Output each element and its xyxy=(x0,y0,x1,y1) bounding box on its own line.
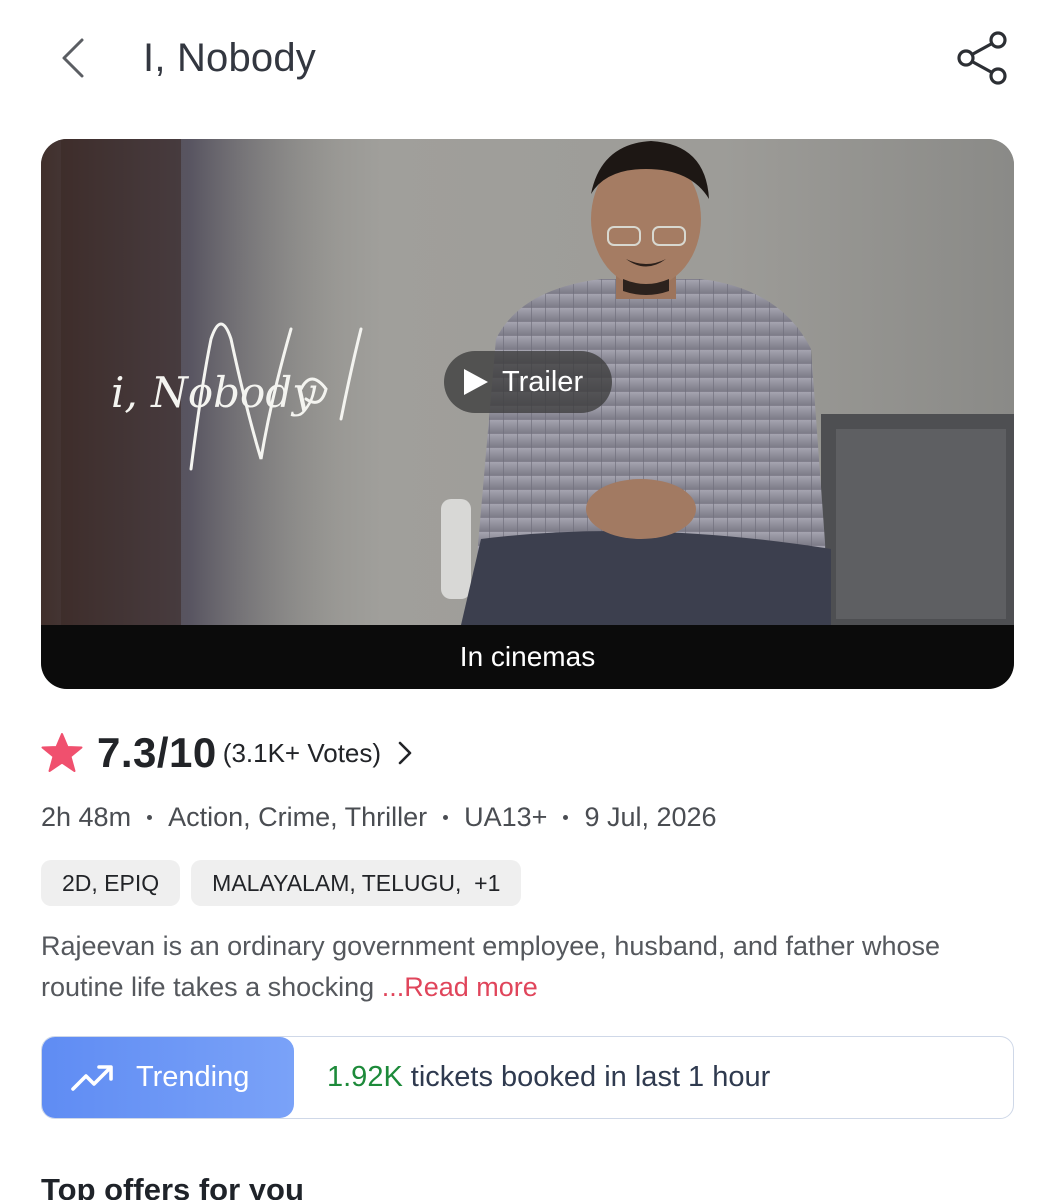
tickets-booked-text: 1.92K tickets booked in last 1 hour xyxy=(327,1037,770,1118)
rating-row[interactable]: 7.3/10 (3.1K+ Votes) xyxy=(41,722,413,784)
read-more-link[interactable]: ...Read more xyxy=(382,972,538,1002)
share-button[interactable] xyxy=(952,28,1012,88)
genres: Action, Crime, Thriller xyxy=(168,802,428,832)
language-chip[interactable]: MALAYALAM, TELUGU, +1 xyxy=(191,860,522,906)
rating-score: 7.3/10 xyxy=(97,729,217,776)
release-date: 9 Jul, 2026 xyxy=(584,802,717,832)
separator-dot xyxy=(147,815,153,820)
movie-details-page: I, Nobody i, Nobody Trailer In cinemas 7… xyxy=(0,0,1055,1200)
trailer-button[interactable]: Trailer xyxy=(444,351,612,413)
trending-banner[interactable]: Trending 1.92K tickets booked in last 1 … xyxy=(41,1036,1014,1119)
share-icon xyxy=(957,31,1007,85)
movie-synopsis: Rajeevan is an ordinary government emplo… xyxy=(41,926,1016,1008)
tickets-caption: tickets booked in last 1 hour xyxy=(410,1061,771,1093)
movie-meta: 2h 48m Action, Crime, Thriller UA13+ 9 J… xyxy=(41,802,717,833)
trailer-label: Trailer xyxy=(502,365,584,398)
svg-text:i, Nobody: i, Nobody xyxy=(111,368,317,417)
movie-banner[interactable]: i, Nobody Trailer In cinemas xyxy=(41,139,1014,689)
rating-votes: (3.1K+ Votes) xyxy=(222,737,382,768)
certificate: UA13+ xyxy=(464,802,548,832)
separator-dot xyxy=(443,815,449,820)
chevron-right-icon xyxy=(397,740,413,766)
trending-label: Trending xyxy=(136,1061,250,1093)
trending-badge: Trending xyxy=(42,1037,294,1118)
in-cinemas-label: In cinemas xyxy=(459,641,596,672)
separator-dot xyxy=(563,815,569,820)
chevron-left-icon xyxy=(62,38,84,78)
format-chip[interactable]: 2D, EPIQ xyxy=(41,860,181,906)
play-icon xyxy=(464,369,488,395)
duration: 2h 48m xyxy=(41,802,132,832)
tickets-count: 1.92K xyxy=(327,1061,403,1093)
page-title: I, Nobody xyxy=(143,36,317,80)
star-icon xyxy=(41,733,83,772)
app-header: I, Nobody xyxy=(0,0,1055,118)
trending-up-icon xyxy=(71,1064,113,1091)
top-offers-heading: Top offers for you xyxy=(41,1172,304,1200)
back-button[interactable] xyxy=(48,32,98,84)
format-language-chips: 2D, EPIQ MALAYALAM, TELUGU, +1 xyxy=(41,860,522,906)
in-cinemas-strip: In cinemas xyxy=(41,625,1014,689)
